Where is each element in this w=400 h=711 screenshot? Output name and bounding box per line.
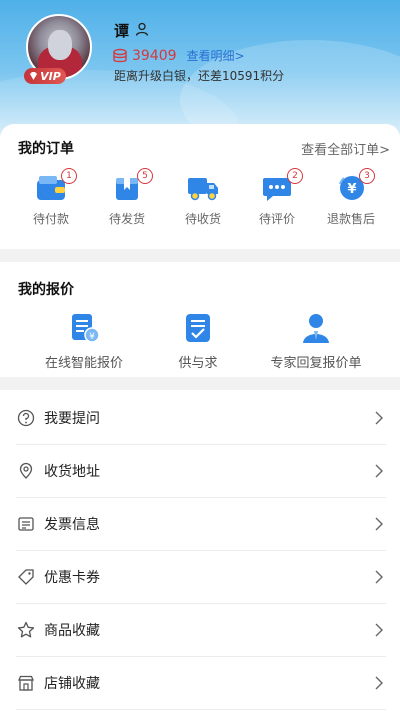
menu-item-label: 店铺收藏 — [44, 676, 100, 692]
quote-expert-reply[interactable]: 专家回复报价单 — [264, 312, 368, 371]
menu-item-label: 优惠卡券 — [44, 570, 100, 586]
menu-item-label: 发票信息 — [44, 517, 100, 533]
avatar-face — [48, 30, 72, 60]
user-name: 谭 — [114, 22, 130, 40]
order-pending-review[interactable]: 2 待评价 — [259, 168, 303, 227]
vip-label: VIP — [40, 69, 61, 83]
menu-item-label: 收货地址 — [44, 464, 100, 480]
svg-text:¥: ¥ — [89, 332, 95, 342]
menu-item-coupons[interactable]: 优惠卡券 — [16, 551, 386, 604]
order-pending-receipt[interactable]: 待收货 — [185, 174, 221, 227]
coins-icon — [113, 48, 127, 62]
order-label: 待评价 — [259, 212, 296, 226]
quote-supply-demand[interactable]: 供与求 — [166, 312, 230, 371]
expert-icon — [303, 314, 329, 343]
points-row: 39409 查看明细> — [112, 47, 245, 64]
vip-badge: VIP — [24, 68, 66, 84]
menu-item-store-favorites[interactable]: 店铺收藏 — [16, 657, 386, 710]
points-value: 39409 — [132, 47, 177, 64]
order-badge: 3 — [359, 168, 375, 184]
chevron-right-icon — [375, 464, 383, 478]
order-badge: 2 — [287, 168, 303, 184]
order-label: 待发货 — [109, 212, 146, 226]
menu-item-label: 商品收藏 — [44, 623, 100, 639]
store-icon — [16, 673, 36, 693]
question-icon — [16, 408, 36, 428]
location-icon — [16, 461, 36, 481]
gem-icon — [30, 72, 38, 80]
order-pending-shipment[interactable]: 5 待发货 — [109, 168, 153, 227]
quote-online-smart[interactable]: ¥ 在线智能报价 — [40, 312, 128, 371]
menu-item-shipping-address[interactable]: 收货地址 — [16, 445, 386, 498]
view-all-orders-link[interactable]: 查看全部订单> — [301, 139, 390, 158]
order-badge: 5 — [137, 168, 153, 184]
order-badge: 1 — [61, 168, 77, 184]
menu-item-label: 我要提问 — [44, 411, 100, 427]
orders-title: 我的订单 — [18, 141, 74, 157]
chevron-right-icon — [375, 570, 383, 584]
settings-menu: 我要提问 收货地址 发票信息 优惠卡券 商品收藏 店铺收藏 — [0, 390, 400, 711]
upgrade-progress-text: 距离升级白银，还差10591积分 — [114, 69, 285, 83]
svg-text:¥: ¥ — [347, 182, 356, 197]
menu-item-ask-question[interactable]: 我要提问 — [16, 392, 386, 445]
user-profile-icon[interactable] — [135, 22, 149, 36]
quotes-title: 我的报价 — [18, 282, 74, 298]
order-label: 退款售后 — [327, 212, 376, 226]
menu-item-product-favorites[interactable]: 商品收藏 — [16, 604, 386, 657]
truck-icon — [188, 178, 218, 201]
menu-item-invoice-info[interactable]: 发票信息 — [16, 498, 386, 551]
quotes-card: 我的报价 ¥ 在线智能报价 供与求 专家回复报价单 — [0, 262, 400, 377]
chevron-right-icon — [375, 411, 383, 425]
quote-label: 供与求 — [178, 356, 218, 371]
quote-label: 在线智能报价 — [44, 356, 123, 371]
quote-label: 专家回复报价单 — [270, 356, 362, 371]
order-pending-payment[interactable]: 1 待付款 — [33, 168, 77, 227]
order-refund-aftersale[interactable]: ¥ 3 退款售后 — [327, 168, 376, 227]
supply-demand-icon — [186, 314, 210, 342]
points-detail-link[interactable]: 查看明细> — [187, 47, 245, 64]
chevron-right-icon — [375, 623, 383, 637]
coupon-tag-icon — [16, 567, 36, 587]
invoice-icon — [16, 514, 36, 534]
order-label: 待收货 — [185, 212, 222, 226]
chevron-right-icon — [375, 676, 383, 690]
orders-card: 我的订单 查看全部订单> 1 待付款 5 待发货 待收货 2 待评价 ¥ 3 退… — [0, 124, 400, 249]
order-label: 待付款 — [33, 212, 70, 226]
quote-document-icon: ¥ — [72, 314, 100, 343]
star-icon — [16, 620, 36, 640]
chevron-right-icon — [375, 517, 383, 531]
